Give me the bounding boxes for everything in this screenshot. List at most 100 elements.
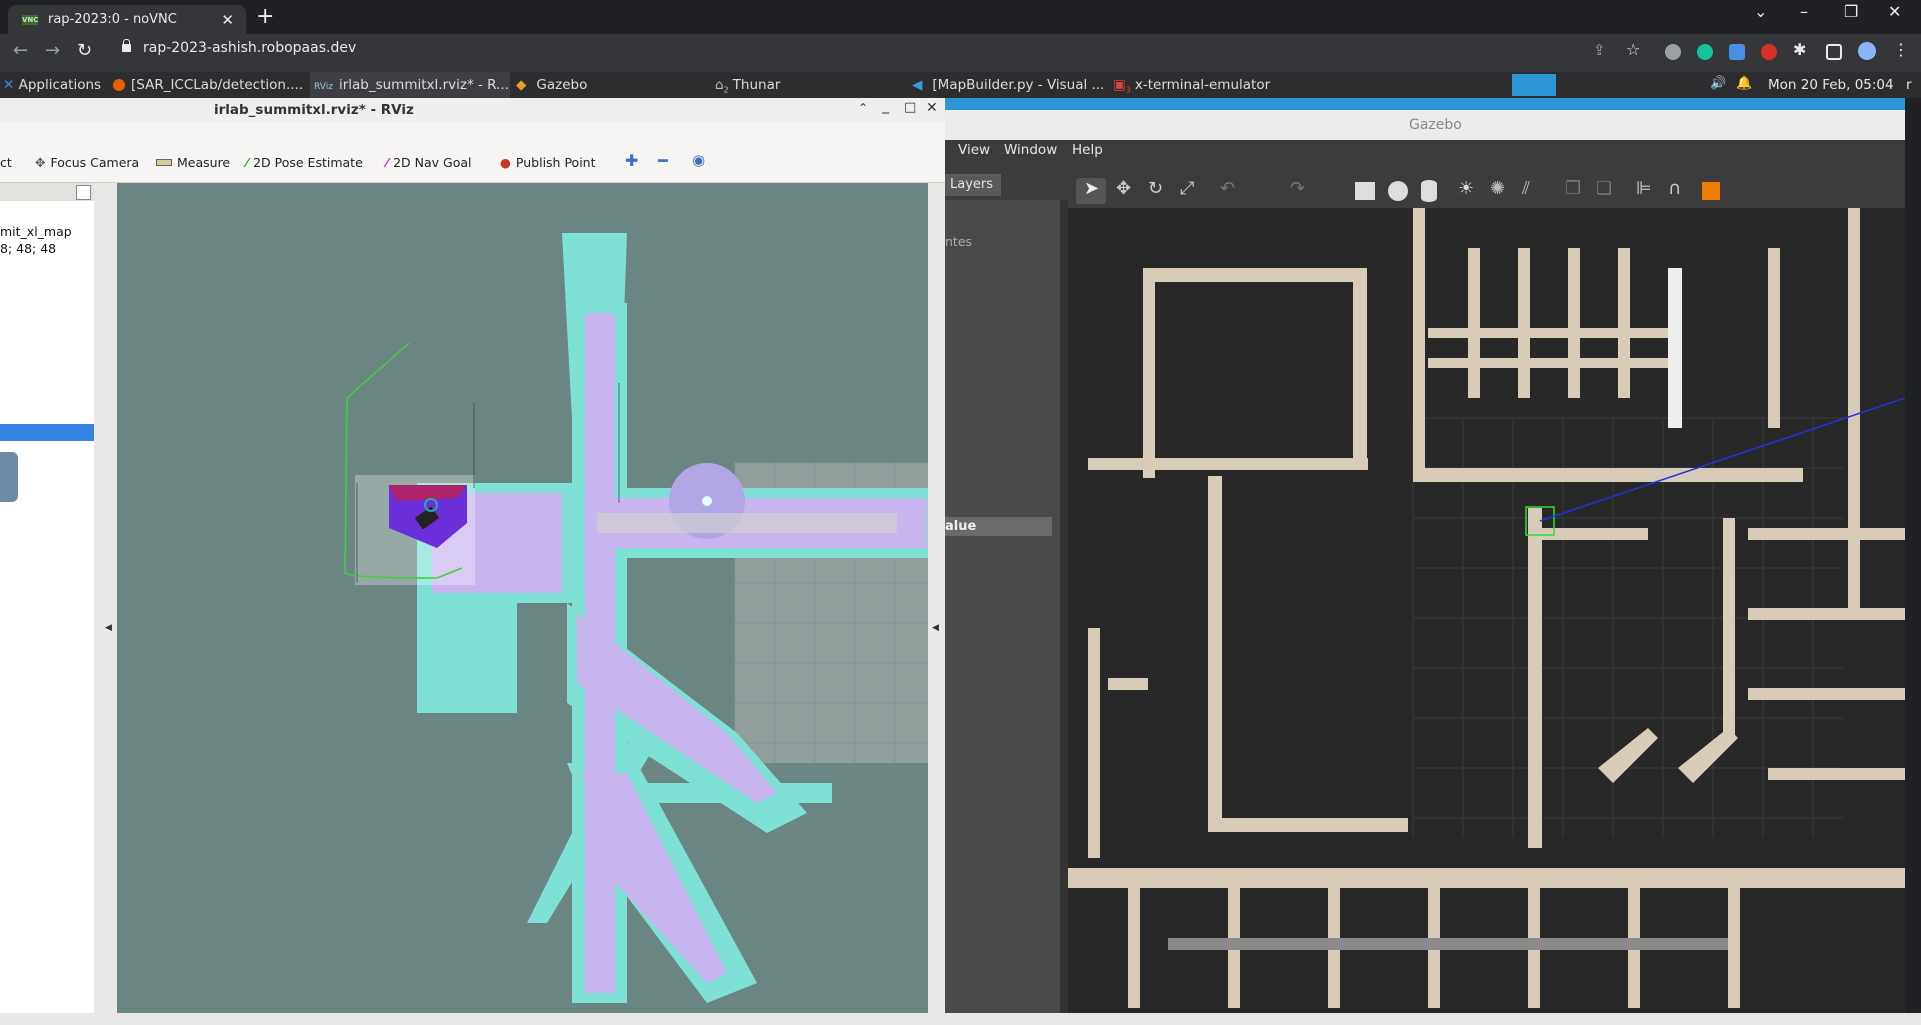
change-view-icon[interactable]	[1702, 182, 1720, 200]
tool-focus-camera[interactable]: ✥ Focus Camera	[35, 155, 139, 170]
spot-light-icon[interactable]: ✺	[1490, 178, 1505, 199]
applications-menu[interactable]: ✕ Applications	[3, 72, 111, 98]
menu-view[interactable]: View	[958, 142, 990, 158]
box-shape-icon[interactable]	[1355, 182, 1375, 200]
restore-window-icon[interactable]: ❐	[1844, 2, 1858, 21]
gazebo-icon: ◆	[516, 77, 527, 93]
ruler-icon	[156, 159, 172, 166]
tool-2d-nav-goal[interactable]: ⁄ 2D Nav Goal	[386, 155, 472, 170]
tool-properties-eye-icon[interactable]: ◉	[692, 151, 705, 169]
point-light-icon[interactable]: ☀	[1458, 178, 1474, 199]
address-bar[interactable]: rap-2023-ashish.robopaas.dev	[143, 40, 356, 56]
align-icon[interactable]: ⊫	[1636, 178, 1652, 199]
sphere-shape-icon[interactable]	[1388, 181, 1408, 201]
chrome-menu-icon[interactable]: ⋮	[1893, 40, 1909, 59]
task-vscode[interactable]: ◀ [MapBuilder.py - Visual ...	[912, 72, 1107, 98]
gazebo-splitter[interactable]	[1060, 200, 1068, 1013]
extensions-puzzle-icon[interactable]: ✱	[1793, 40, 1806, 59]
select-arrow-icon[interactable]: ➤	[1084, 178, 1099, 199]
panel-clock-tail: r	[1906, 77, 1912, 93]
selected-display-row[interactable]	[0, 424, 94, 441]
adblock-icon[interactable]	[1761, 44, 1777, 60]
tab-layers[interactable]: Layers	[945, 174, 1001, 196]
tool-measure[interactable]: Measure	[156, 155, 230, 170]
tool-label: 2D Nav Goal	[393, 155, 472, 170]
task-firefox[interactable]: [SAR_ICCLab/detection....	[113, 72, 308, 98]
task-label: x-terminal-emulator	[1134, 77, 1271, 93]
tool-label: Measure	[177, 155, 231, 170]
tool-label: Focus Camera	[50, 155, 140, 170]
undo-icon[interactable]: ↶	[1220, 178, 1235, 199]
scale-icon[interactable]: ⤢	[1180, 178, 1194, 199]
rviz-right-splitter[interactable]: ◀	[928, 183, 945, 1013]
menu-window[interactable]: Window	[1004, 142, 1057, 158]
gazebo-focus-bar	[945, 98, 1905, 110]
rotate-icon[interactable]: ↻	[1148, 178, 1163, 199]
gazebo-titlebar[interactable]: Gazebo	[945, 110, 1905, 140]
rviz-3d-view[interactable]	[117, 183, 935, 1013]
extension-cloud-icon[interactable]	[1665, 44, 1681, 60]
vnc-bottom-scrollbar[interactable]	[0, 1013, 1921, 1025]
task-gazebo[interactable]: ◆ Gazebo	[516, 72, 706, 98]
close-tab-icon[interactable]: ✕	[221, 11, 234, 29]
add-tool-plus-icon[interactable]: ✚	[625, 151, 638, 170]
copy-icon[interactable]: ❐	[1565, 178, 1581, 199]
green-arrow-icon: ⁄	[246, 155, 249, 170]
tab-search-chevron-icon[interactable]: ⌄	[1754, 2, 1767, 21]
translate-icon[interactable]: ✥	[1116, 178, 1131, 199]
xfce-x-icon: ✕	[3, 77, 15, 93]
remove-tool-minus-icon[interactable]: ━	[658, 151, 668, 170]
property-value-header: alue	[945, 517, 1052, 536]
reload-icon[interactable]: ↻	[77, 40, 92, 61]
rviz-shade-icon[interactable]: ⌃	[858, 101, 868, 115]
minimize-window-icon[interactable]: –	[1800, 2, 1808, 21]
tool-2d-pose-estimate[interactable]: ⁄ 2D Pose Estimate	[246, 155, 363, 170]
back-arrow-icon[interactable]: ←	[13, 40, 28, 61]
task-rviz[interactable]: RViz irlab_summitxl.rviz* - R...	[310, 72, 510, 98]
gazebo-left-panel	[945, 200, 1060, 1013]
cylinder-shape-icon[interactable]	[1421, 180, 1437, 202]
browser-tab-active[interactable]: VNC rap-2023:0 - noVNC ✕	[8, 5, 246, 34]
rviz-displays-panel	[0, 183, 95, 1013]
rviz-left-splitter[interactable]: ◀	[94, 183, 117, 1013]
collapse-right-arrow-icon[interactable]: ◀	[932, 623, 939, 633]
rviz-maximize-icon[interactable]: □	[904, 100, 916, 115]
workspace-switcher[interactable]	[1512, 74, 1556, 96]
close-window-icon[interactable]: ✕	[1888, 2, 1901, 21]
gazebo-window-title: Gazebo	[1409, 117, 1462, 133]
tool-label: ct	[0, 155, 12, 170]
gazebo-3d-scene[interactable]	[1068, 208, 1906, 1013]
grammarly-icon[interactable]	[1697, 44, 1713, 60]
panel-clock[interactable]: Mon 20 Feb, 05:04	[1768, 77, 1894, 93]
paste-icon[interactable]: ❏	[1596, 178, 1612, 199]
tool-label: 2D Pose Estimate	[253, 155, 363, 170]
displays-checkbox[interactable]	[76, 185, 91, 200]
rviz-minimize-icon[interactable]: _	[882, 98, 889, 114]
bookmark-star-icon[interactable]: ☆	[1626, 40, 1640, 59]
local-costmap	[355, 475, 475, 585]
snap-magnet-icon[interactable]: ∩	[1668, 178, 1681, 199]
task-label: Thunar	[732, 77, 781, 93]
panel-expand-handle[interactable]	[0, 452, 18, 502]
collapse-left-arrow-icon[interactable]: ◀	[105, 623, 112, 633]
tool-publish-point[interactable]: ● Publish Point	[500, 155, 596, 170]
new-tab-icon[interactable]: +	[256, 4, 274, 29]
tool-select-partial[interactable]: ct	[0, 155, 12, 170]
rviz-close-icon[interactable]: ✕	[926, 100, 938, 116]
profile-avatar[interactable]	[1858, 42, 1876, 60]
rviz-icon: RViz	[314, 82, 333, 92]
focus-camera-icon: ✥	[35, 155, 46, 170]
menu-help[interactable]: Help	[1072, 142, 1103, 158]
share-icon[interactable]: ⇪	[1593, 41, 1606, 59]
rviz-titlebar[interactable]: irlab_summitxl.rviz* - RViz ⌃ _ □ ✕	[0, 98, 945, 123]
directional-light-icon[interactable]: ⫽	[1522, 178, 1530, 199]
side-panel-icon[interactable]	[1826, 44, 1842, 60]
redo-icon[interactable]: ↷	[1290, 178, 1305, 199]
lock-icon[interactable]	[122, 39, 131, 52]
notification-bell-icon[interactable]: 🔔	[1736, 76, 1752, 91]
task-terminal[interactable]: ▣3 x-terminal-emulator	[1113, 72, 1308, 98]
extension-sync-icon[interactable]	[1729, 44, 1745, 60]
task-thunar[interactable]: ⌂2 Thunar	[715, 72, 905, 98]
forward-arrow-icon[interactable]: →	[45, 40, 60, 61]
volume-icon[interactable]: 🔊	[1710, 76, 1726, 91]
